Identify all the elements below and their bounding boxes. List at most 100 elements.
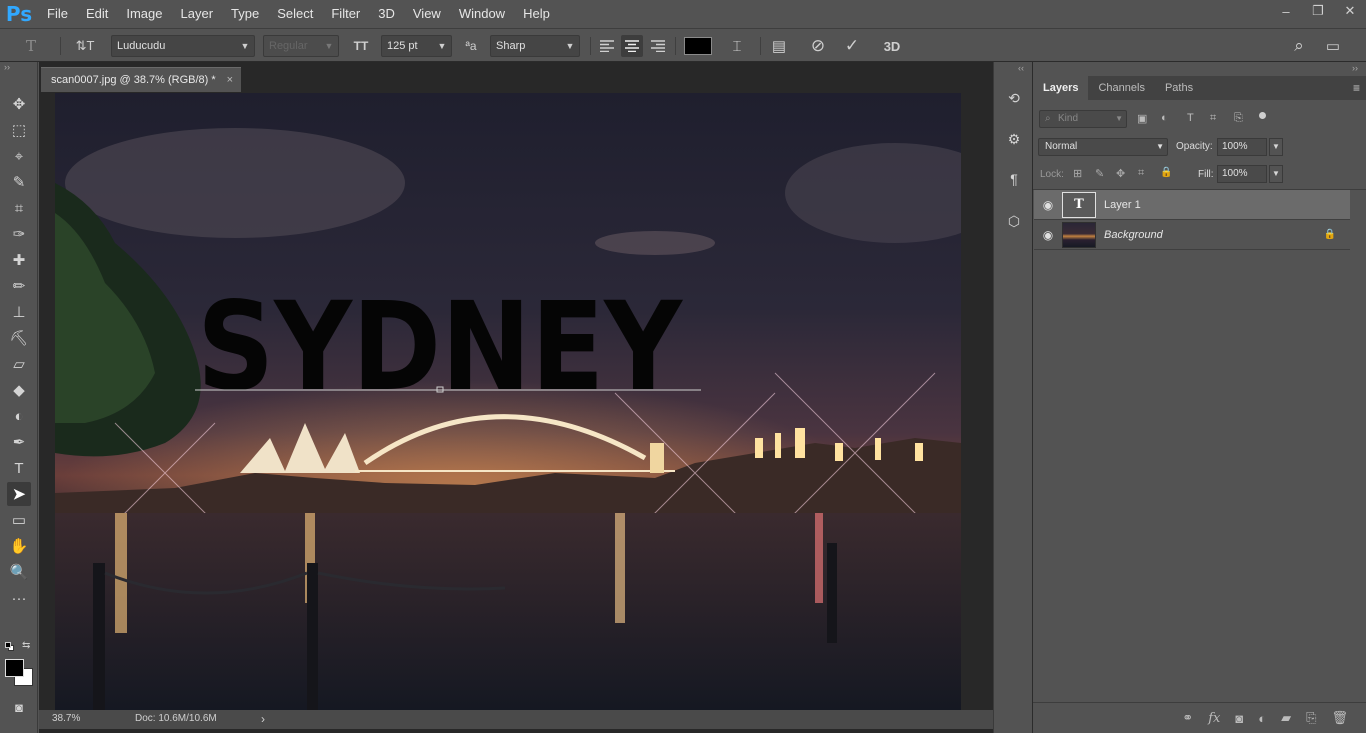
menu-file[interactable]: File [38,0,77,28]
character-panel-icon[interactable]: ¶ [1002,167,1026,191]
tab-paths[interactable]: Paths [1155,76,1203,100]
anti-alias-select[interactable]: Sharp ▼ [490,35,580,57]
brush-tool-icon[interactable]: ✏ [7,274,31,298]
3d-panel-icon[interactable]: ⬡ [1002,209,1026,233]
workspace-icon[interactable]: ▭ [1321,35,1345,57]
zoom-tool-icon[interactable]: ··· [7,586,31,610]
more-tools-icon[interactable] [7,612,31,636]
history-brush-tool-icon[interactable]: ⛏ [7,326,31,350]
tab-channels[interactable]: Channels [1088,76,1154,100]
path-selection-tool-icon[interactable]: ▭ [7,508,31,532]
new-adjustment-layer-icon[interactable]: ◐ [1258,711,1266,726]
marquee-tool-icon[interactable]: ⬚ [7,118,31,142]
lock-all-icon[interactable]: 🔒 [1160,167,1172,178]
paint-bucket-tool-icon[interactable]: ◆ [7,378,31,402]
link-layers-icon[interactable]: ⚭ [1182,710,1193,726]
history-panel-icon[interactable]: ⟲ [1002,86,1026,110]
filter-toggle-icon[interactable] [1259,112,1266,119]
layer-row-background[interactable]: ◉ Background 🔒 [1034,220,1350,250]
layer-filter-select[interactable]: ⌕ Kind ▼ [1039,110,1127,128]
lock-pixels-icon[interactable]: ✎ [1095,167,1104,180]
delete-layer-icon[interactable]: 🗑 [1331,710,1348,726]
foreground-color-swatch[interactable] [5,659,24,677]
type-tool-preset-icon[interactable]: T [20,35,42,57]
menu-3d[interactable]: 3D [369,0,404,28]
tab-layers[interactable]: Layers [1033,76,1089,100]
crop-tool-icon[interactable]: ⌗ [7,196,31,220]
quick-mask-icon[interactable]: ◙ [7,695,31,719]
collapse-dock-icon[interactable]: ›› [1352,63,1358,73]
move-tool-icon[interactable]: ✥ [7,92,31,116]
opacity-field[interactable]: 100% [1217,138,1267,156]
align-right-button[interactable] [648,35,668,57]
collapse-toolbar-icon[interactable]: ›› [4,62,10,72]
healing-brush-tool-icon[interactable]: ✚ [7,248,31,272]
lock-transparent-icon[interactable]: ⊞ [1073,167,1082,180]
blend-mode-select[interactable]: Normal ▼ [1038,138,1168,156]
add-mask-icon[interactable]: ◙ [1235,711,1243,726]
new-layer-icon[interactable]: ⎘ [1306,710,1316,726]
menu-view[interactable]: View [404,0,450,28]
close-tab-icon[interactable]: × [227,74,233,86]
text-orientation-icon[interactable]: ⇅T [72,35,98,57]
zoom-level[interactable]: 38.7% [52,713,80,724]
pen-tool-icon[interactable]: T [7,456,31,480]
3d-button[interactable]: 3D [880,35,904,57]
close-window-button[interactable]: ✕ [1334,0,1366,22]
rectangle-tool-icon[interactable]: ✋ [7,534,31,558]
layer-name[interactable]: Layer 1 [1104,199,1141,211]
warp-text-icon[interactable]: ⌶ [726,35,748,57]
layer-style-fx-icon[interactable]: fx [1208,711,1220,726]
document-tab[interactable]: scan0007.jpg @ 38.7% (RGB/8) * × [41,67,241,92]
menu-layer[interactable]: Layer [172,0,223,28]
visibility-eye-icon[interactable]: ◉ [1034,198,1062,212]
lock-position-icon[interactable]: ✥ [1116,167,1125,180]
menu-edit[interactable]: Edit [77,0,117,28]
opacity-dropdown-icon[interactable]: ▼ [1269,138,1283,156]
menu-window[interactable]: Window [450,0,514,28]
default-colors-icon[interactable] [5,642,14,651]
swap-colors-icon[interactable]: ⇆ [22,640,30,651]
cancel-icon[interactable]: ⊘ [807,35,829,57]
menu-select[interactable]: Select [268,0,322,28]
hand-tool-icon[interactable]: 🔍 [7,560,31,584]
fill-field[interactable]: 100% [1217,165,1267,183]
clone-stamp-tool-icon[interactable]: ⊥ [7,300,31,324]
layer-row-layer-1[interactable]: ◉ T Layer 1 [1034,190,1350,220]
properties-panel-icon[interactable]: ⚙ [1002,127,1026,151]
align-left-button[interactable] [597,35,617,57]
minimize-button[interactable]: – [1270,0,1302,22]
lasso-tool-icon[interactable]: ⌖ [7,144,31,168]
menu-type[interactable]: Type [222,0,268,28]
font-size-select[interactable]: 125 pt ▼ [381,35,452,57]
align-center-button[interactable] [621,35,643,57]
type-tool-icon[interactable]: ➤ [7,482,31,506]
quick-selection-tool-icon[interactable]: ✎ [7,170,31,194]
filter-adjustment-icon[interactable]: ◐ [1161,112,1168,124]
search-icon[interactable]: ⌕ [1288,35,1310,57]
eraser-tool-icon[interactable]: ▱ [7,352,31,376]
character-panels-icon[interactable]: ▤ [768,35,790,57]
layer-name[interactable]: Background [1104,229,1163,241]
sydney-text[interactable]: SYDNEY [197,276,683,418]
font-style-select[interactable]: Regular ▼ [263,35,339,57]
menu-image[interactable]: Image [117,0,171,28]
filter-smart-object-icon[interactable]: ⎘ [1234,112,1243,125]
filter-shape-icon[interactable]: ⌗ [1210,112,1216,125]
filter-pixel-icon[interactable]: ▣ [1137,112,1147,125]
lock-artboard-icon[interactable]: ⌗ [1138,167,1144,180]
menu-help[interactable]: Help [514,0,559,28]
commit-icon[interactable]: ✓ [841,35,863,57]
restore-button[interactable]: ❐ [1302,0,1334,22]
menu-filter[interactable]: Filter [322,0,369,28]
collapse-panels-icon[interactable]: ‹‹ [1018,63,1024,73]
dodge-tool-icon[interactable]: ✒ [7,430,31,454]
new-group-icon[interactable]: ▰ [1281,710,1291,726]
blur-tool-icon[interactable]: ◐ [7,404,31,428]
status-menu-arrow[interactable]: › [261,712,265,726]
canvas[interactable]: SYDNEY [55,93,961,710]
fill-dropdown-icon[interactable]: ▼ [1269,165,1283,183]
filter-type-icon[interactable]: T [1187,112,1194,124]
visibility-eye-icon[interactable]: ◉ [1034,228,1062,242]
panel-menu-icon[interactable]: ≡ [1353,81,1360,95]
